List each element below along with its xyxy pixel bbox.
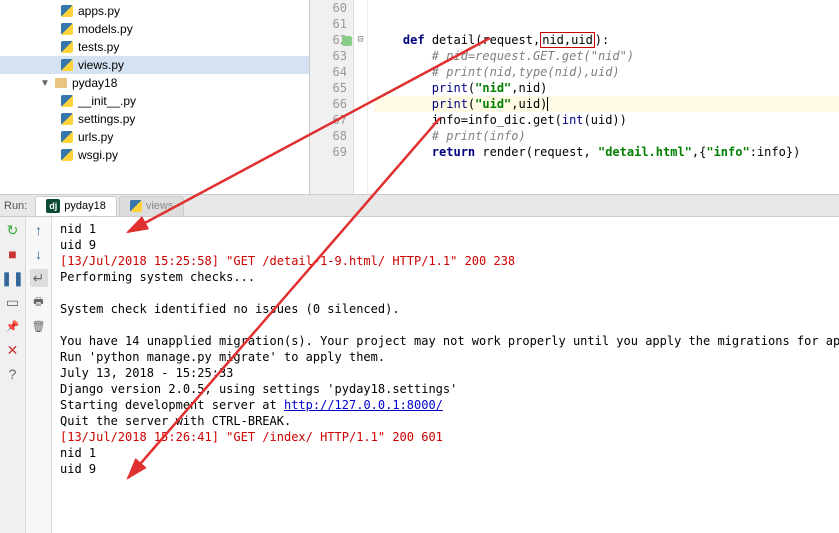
console-line: [13/Jul/2018 15:26:41] "GET /index/ HTTP…	[60, 429, 831, 445]
tree-item-label: tests.py	[78, 40, 119, 54]
clear-button[interactable]: 🗑	[30, 317, 48, 335]
line-number: 67	[310, 112, 347, 128]
console-output[interactable]: nid 1uid 9[13/Jul/2018 15:25:58] "GET /d…	[52, 217, 839, 533]
run-tab-pyday18[interactable]: djpyday18	[35, 196, 117, 216]
tree-item-label: pyday18	[72, 76, 117, 90]
line-number-gutter: 60616263646566676869	[310, 0, 354, 194]
pause-button[interactable]: ❚❚	[4, 269, 22, 287]
tree-item-apps-py[interactable]: apps.py	[0, 2, 309, 20]
console-line: Starting development server at http://12…	[60, 397, 831, 413]
rerun-button[interactable]: ↻	[4, 221, 22, 239]
console-line: System check identified no issues (0 sil…	[60, 301, 831, 317]
line-number: 64	[310, 64, 347, 80]
run-tool-window-tabs: Run: djpyday18 views	[0, 195, 839, 217]
pin-button[interactable]: 📌	[4, 317, 22, 335]
tree-item-urls-py[interactable]: urls.py	[0, 128, 309, 146]
print-button[interactable]: 🖶	[30, 293, 48, 311]
code-line[interactable]: # nid=request.GET.get("nid")	[374, 48, 839, 64]
run-tab-label: pyday18	[64, 200, 106, 212]
console-line: July 13, 2018 - 15:25:33	[60, 365, 831, 381]
line-number: 69	[310, 144, 347, 160]
code-line[interactable]	[374, 16, 839, 32]
tree-item-label: models.py	[78, 22, 133, 36]
scroll-down-button[interactable]: ↓	[30, 245, 48, 263]
layout-button[interactable]: ▭	[4, 293, 22, 311]
code-line[interactable]: def detail(request,nid,uid):	[374, 32, 839, 48]
console-line: uid 9	[60, 237, 831, 253]
code-line[interactable]: # print(nid,type(nid),uid)	[374, 64, 839, 80]
code-editor[interactable]: 60616263646566676869 ⊟ def detail(reques…	[310, 0, 839, 194]
scroll-up-button[interactable]: ↑	[30, 221, 48, 239]
code-line[interactable]: print("uid",uid)	[374, 96, 839, 112]
tree-item-models-py[interactable]: models.py	[0, 20, 309, 38]
line-number: 65	[310, 80, 347, 96]
tree-item-label: apps.py	[78, 4, 120, 18]
tree-item-pyday18[interactable]: ▼pyday18	[0, 74, 309, 92]
tree-item-label: urls.py	[78, 130, 113, 144]
code-line[interactable]	[374, 0, 839, 16]
code-line[interactable]: info=info_dic.get(int(uid))	[374, 112, 839, 128]
tree-item-wsgi-py[interactable]: wsgi.py	[0, 146, 309, 164]
console-line: Quit the server with CTRL-BREAK.	[60, 413, 831, 429]
fold-gutter[interactable]: ⊟	[354, 0, 368, 194]
run-tab-views[interactable]: views	[119, 196, 185, 216]
tree-item-label: settings.py	[78, 112, 135, 126]
tree-item-views-py[interactable]: views.py	[0, 56, 309, 74]
line-number: 62	[310, 32, 347, 48]
console-line: Django version 2.0.5, using settings 'py…	[60, 381, 831, 397]
soft-wrap-button[interactable]: ↵	[30, 269, 48, 287]
console-line: You have 14 unapplied migration(s). Your…	[60, 333, 831, 349]
run-toolbar-left: ↻ ■ ❚❚ ▭ 📌 ✕ ?	[0, 217, 26, 533]
console-line	[60, 285, 831, 301]
tree-item-label: __init__.py	[78, 94, 136, 108]
stop-button[interactable]: ■	[4, 245, 22, 263]
console-line: nid 1	[60, 221, 831, 237]
code-area[interactable]: def detail(request,nid,uid): # nid=reque…	[368, 0, 839, 194]
line-number: 68	[310, 128, 347, 144]
code-line[interactable]: return render(request, "detail.html",{"i…	[374, 144, 839, 160]
run-label: Run:	[4, 200, 27, 212]
console-line: nid 1	[60, 445, 831, 461]
run-tab-label: views	[146, 200, 174, 212]
code-line[interactable]: print("nid",nid)	[374, 80, 839, 96]
console-line: uid 9	[60, 461, 831, 477]
tree-item-tests-py[interactable]: tests.py	[0, 38, 309, 56]
line-number: 60	[310, 0, 347, 16]
console-line: [13/Jul/2018 15:25:58] "GET /detail-1-9.…	[60, 253, 831, 269]
tree-item-label: views.py	[78, 58, 124, 72]
line-number: 63	[310, 48, 347, 64]
code-line[interactable]: # print(info)	[374, 128, 839, 144]
console-line: Performing system checks...	[60, 269, 831, 285]
project-tree[interactable]: apps.py models.py tests.py views.py ▼pyday18…	[0, 0, 310, 194]
tree-item-settings-py[interactable]: settings.py	[0, 110, 309, 128]
close-button[interactable]: ✕	[4, 341, 22, 359]
help-button[interactable]: ?	[4, 365, 22, 383]
console-line	[60, 317, 831, 333]
tree-item-label: wsgi.py	[78, 148, 118, 162]
line-number: 66	[310, 96, 347, 112]
console-line: Run 'python manage.py migrate' to apply …	[60, 349, 831, 365]
tree-item-__init__-py[interactable]: __init__.py	[0, 92, 309, 110]
run-toolbar-right: ↑ ↓ ↵ 🖶 🗑	[26, 217, 52, 533]
line-number: 61	[310, 16, 347, 32]
